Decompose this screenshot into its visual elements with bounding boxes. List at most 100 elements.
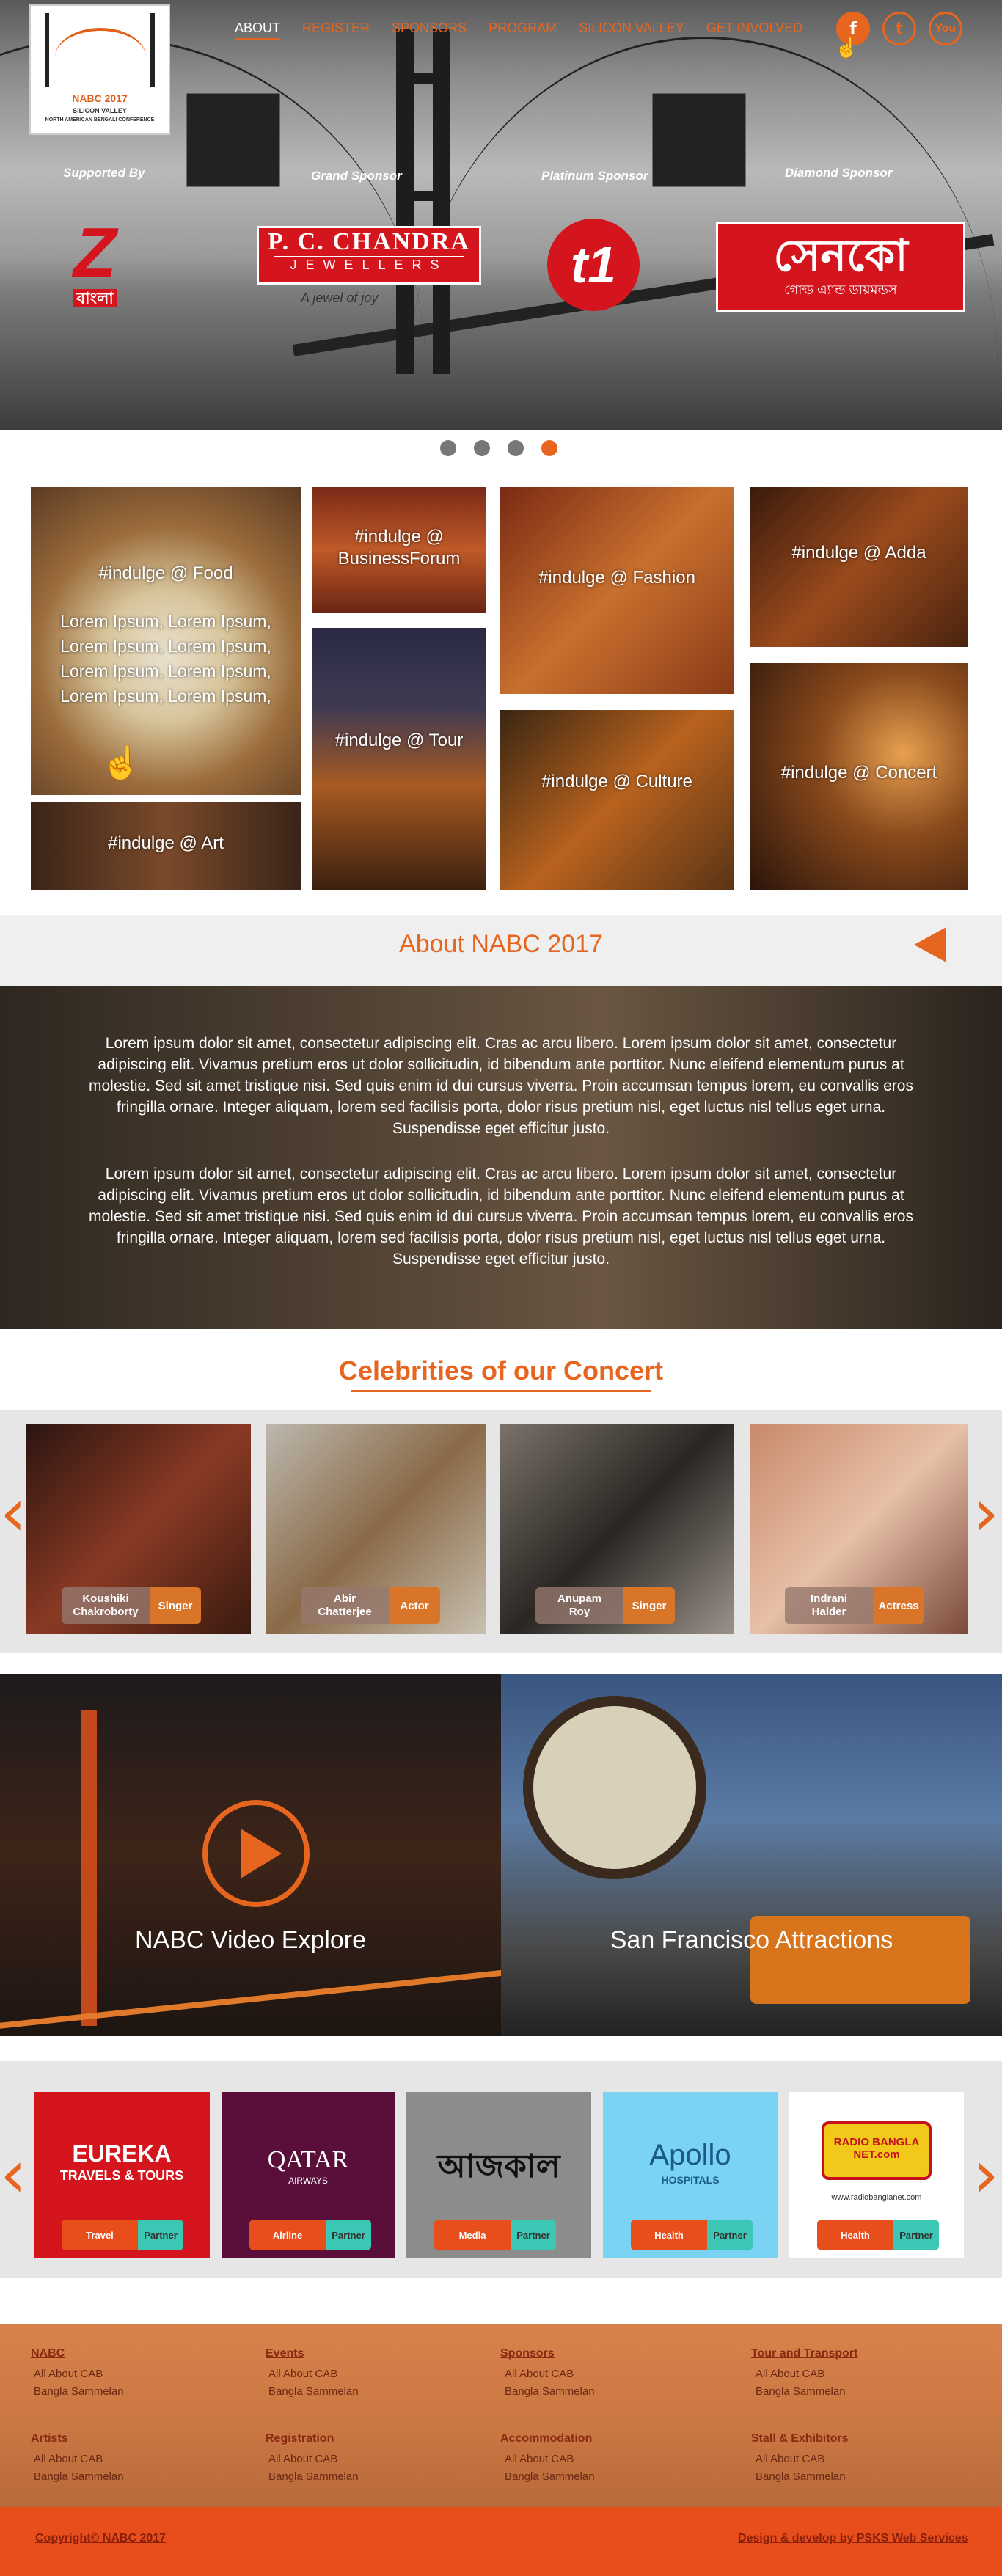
tile-tour[interactable]: #indulge @ Tour (312, 628, 486, 890)
celeb-role: Actor (389, 1587, 440, 1624)
hand-cursor-icon: ☝ (101, 745, 142, 781)
tile-fashion[interactable]: #indulge @ Fashion (500, 487, 734, 694)
bridge-tower-image (81, 1710, 97, 2026)
bridge-crossbar (396, 191, 450, 201)
zee-bangla-logo[interactable]: Z বাংলা (73, 218, 139, 311)
carousel-dot-active[interactable] (541, 440, 557, 456)
footer-link[interactable]: Bangla Sammelan (268, 2385, 359, 2398)
youtube-icon[interactable]: You (929, 12, 962, 45)
celeb-name: Abir Chatterjee (301, 1587, 389, 1624)
label-diamond-sponsor: Diamond Sponsor (785, 166, 893, 180)
partner-badge: Health Partner (817, 2220, 939, 2250)
footer-link[interactable]: Bangla Sammelan (756, 2385, 846, 2398)
nabc-logo[interactable]: NABC 2017 SILICON VALLEY NORTH AMERICAN … (29, 4, 170, 135)
platinum-sponsor-logo[interactable]: t1 (547, 219, 640, 311)
label-supported-by: Supported By (63, 166, 145, 180)
footer-link[interactable]: Bangla Sammelan (505, 2470, 595, 2483)
footer-link[interactable]: All About CAB (268, 2368, 337, 2380)
footer-link[interactable]: Bangla Sammelan (505, 2385, 595, 2398)
tile-food[interactable]: #indulge @ Food Lorem Ipsum, Lorem Ipsum… (31, 487, 301, 795)
tile-art-caption: #indulge @ Art (108, 833, 224, 853)
celeb-card[interactable]: Abir Chatterjee Actor (266, 1424, 486, 1634)
chevron-left-icon[interactable]: ‹ (0, 2142, 26, 2208)
senco-name: সেনকো (773, 230, 908, 280)
footer-heading[interactable]: Artists (31, 2432, 68, 2445)
partner-card-qatar[interactable]: QATAR AIRWAYS Airline Partner (222, 2092, 395, 2258)
sf-attractions-caption[interactable]: San Francisco Attractions (501, 1926, 1002, 1955)
bridge-lights-image (0, 1967, 501, 2032)
logo-subtitle: SILICON VALLEY (73, 107, 127, 114)
celeb-card[interactable]: Indrani Halder Actress (750, 1424, 968, 1634)
carousel-dot[interactable] (440, 440, 456, 456)
nav-register[interactable]: REGISTER (302, 21, 370, 40)
footer-link[interactable]: All About CAB (756, 2453, 824, 2465)
footer-link[interactable]: All About CAB (756, 2368, 824, 2380)
partner-card-eureka[interactable]: EUREKA TRAVELS & TOURS Travel Partner (34, 2092, 210, 2258)
celeb-badge: Koushiki Chakroborty Singer (62, 1587, 201, 1624)
twitter-icon[interactable]: t (882, 12, 916, 45)
senco-gold-logo[interactable]: সেনকো গোল্ড এ্যান্ড ডায়মন্ডস (716, 222, 965, 312)
chevron-right-icon[interactable]: › (973, 1480, 999, 1546)
tile-fashion-caption: #indulge @ Fashion (538, 568, 695, 588)
label-platinum-sponsor: Platinum Sponsor (541, 169, 648, 183)
footer-heading[interactable]: Tour and Transport (751, 2347, 857, 2360)
footer-heading[interactable]: Registration (266, 2432, 334, 2445)
collapse-arrow-icon[interactable] (914, 927, 946, 962)
video-explore-caption[interactable]: NABC Video Explore (0, 1926, 501, 1955)
celebrities-underline (351, 1390, 651, 1392)
celeb-role: Singer (150, 1587, 201, 1624)
footer-link[interactable]: Bangla Sammelan (34, 2385, 124, 2398)
footer-heading[interactable]: Sponsors (500, 2347, 555, 2360)
footer-link[interactable]: All About CAB (505, 2368, 574, 2380)
footer-link[interactable]: Bangla Sammelan (756, 2470, 846, 2483)
pc-chandra-logo[interactable]: P. C. CHANDRA JEWELLERS (257, 226, 481, 285)
footer-link[interactable]: All About CAB (268, 2453, 337, 2465)
footer-heading[interactable]: NABC (31, 2347, 65, 2360)
tile-culture[interactable]: #indulge @ Culture (500, 710, 734, 890)
tile-culture-caption: #indulge @ Culture (541, 772, 692, 791)
nav-silicon-valley[interactable]: SILICON VALLEY (579, 21, 684, 40)
tile-business-forum[interactable]: #indulge @ BusinessForum (312, 487, 486, 613)
tile-tour-caption: #indulge @ Tour (334, 731, 464, 750)
celeb-card[interactable]: Anupam Roy Singer (500, 1424, 734, 1634)
credit-link[interactable]: Design & develop by PSKS Web Services (738, 2532, 968, 2545)
nav-sponsors[interactable]: SPONSORS (392, 21, 467, 40)
carousel-dot[interactable] (508, 440, 524, 456)
celeb-card[interactable]: Koushiki Chakroborty Singer (26, 1424, 251, 1634)
footer-link[interactable]: All About CAB (34, 2453, 103, 2465)
carousel-dot[interactable] (474, 440, 490, 456)
chevron-left-icon[interactable]: ‹ (0, 1480, 26, 1546)
sf-attractions-panel[interactable] (501, 1674, 1002, 2036)
partner-card-apollo[interactable]: Apollo HOSPITALS Health Partner (603, 2092, 778, 2258)
tile-adda[interactable]: #indulge @ Adda (750, 487, 968, 647)
nav-get-involved[interactable]: GET INVOLVED (706, 21, 802, 40)
partner-badge: Airline Partner (249, 2220, 371, 2250)
nav-program[interactable]: PROGRAM (489, 21, 557, 40)
senco-subtitle: গোল্ড এ্যান্ড ডায়মন্ডস (784, 282, 897, 297)
partner-card-aajkaal[interactable]: আজকাল Media Partner (406, 2092, 591, 2258)
tile-art[interactable]: #indulge @ Art (31, 802, 301, 890)
carousel-dots (440, 440, 557, 456)
pc-chandra-name: P. C. CHANDRA (268, 228, 470, 255)
tile-concert[interactable]: #indulge @ Concert (750, 663, 968, 890)
footer-link[interactable]: Bangla Sammelan (268, 2470, 359, 2483)
play-button[interactable] (202, 1800, 310, 1907)
partner-card-radiobanglanet[interactable]: RADIO BANGLA NET.com www.radiobanglanet.… (789, 2092, 964, 2258)
celeb-name: Anupam Roy (535, 1587, 623, 1624)
partner-logo-name: RADIO BANGLA NET.com (822, 2121, 932, 2180)
footer-link[interactable]: All About CAB (34, 2368, 103, 2380)
nav-about[interactable]: ABOUT (235, 21, 281, 40)
footer-link[interactable]: All About CAB (505, 2453, 574, 2465)
partner-logo-name: আজকাল (437, 2148, 560, 2184)
footer-heading[interactable]: Accommodation (500, 2432, 592, 2445)
copyright-link[interactable]: Copyright© NABC 2017 (35, 2532, 166, 2545)
partner-badge: Health Partner (631, 2220, 753, 2250)
tile-adda-caption: #indulge @ Adda (791, 543, 926, 563)
pc-chandra-jewellers: JEWELLERS (274, 256, 464, 273)
footer-heading[interactable]: Events (266, 2347, 304, 2360)
chevron-right-icon[interactable]: › (973, 2142, 999, 2208)
about-paragraph-2: Lorem ipsum dolor sit amet, consectetur … (89, 1166, 913, 1267)
footer-link[interactable]: Bangla Sammelan (34, 2470, 124, 2483)
fishermans-wharf-sign-image (523, 1696, 706, 1879)
footer-heading[interactable]: Stall & Exhibitors (751, 2432, 848, 2445)
